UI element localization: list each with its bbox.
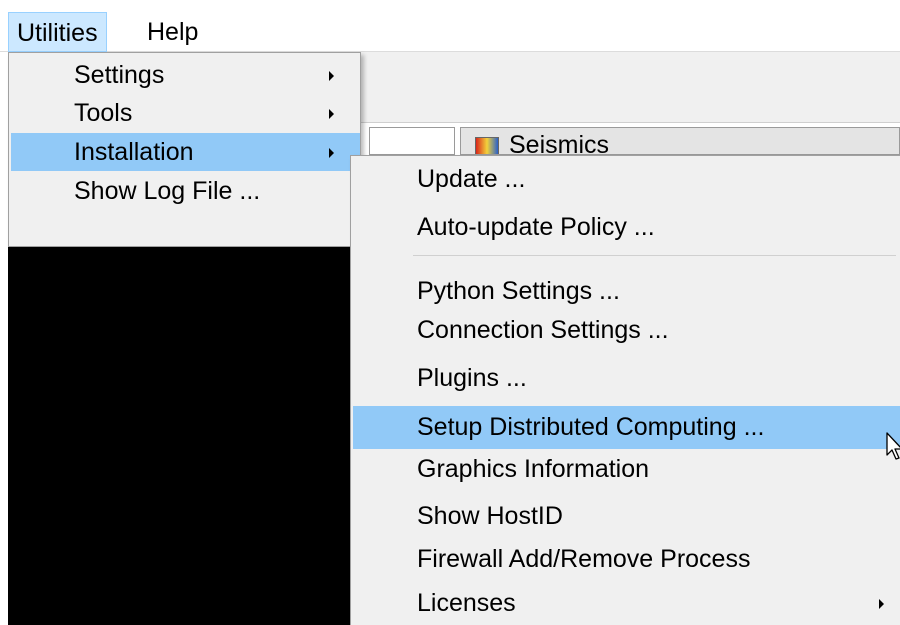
menu-item-connection-settings[interactable]: Connection Settings ...: [353, 311, 898, 349]
menu-item-label: Installation: [74, 138, 194, 166]
menu-item-label: Plugins ...: [417, 364, 527, 392]
menu-item-label: Licenses: [417, 589, 516, 617]
menu-item-label: Tools: [74, 99, 133, 127]
tab-seismics[interactable]: Seismics: [460, 127, 900, 155]
menu-item-tools[interactable]: Tools: [11, 94, 358, 132]
mouse-pointer-icon: [886, 432, 900, 460]
menu-item-installation[interactable]: Installation: [11, 133, 360, 171]
menu-bar: Utilities Help: [0, 0, 900, 52]
menu-item-label: Update ...: [417, 165, 526, 193]
utilities-menu: Settings Tools Installation Show Log Fil…: [8, 52, 361, 247]
menu-item-label: Firewall Add/Remove Process: [417, 545, 751, 573]
tab-seismics-label: Seismics: [509, 131, 610, 155]
chevron-right-icon: [879, 599, 884, 609]
menu-item-show-log-file[interactable]: Show Log File ...: [11, 172, 358, 210]
menu-item-show-hostid[interactable]: Show HostID: [353, 497, 898, 535]
menu-item-label: Connection Settings ...: [417, 316, 669, 344]
menu-item-label: Setup Distributed Computing ...: [417, 413, 765, 441]
menu-help[interactable]: Help: [139, 12, 206, 52]
menu-item-auto-update-policy[interactable]: Auto-update Policy ...: [353, 208, 898, 246]
menu-item-label: Auto-update Policy ...: [417, 213, 655, 241]
menu-item-python-settings[interactable]: Python Settings ...: [353, 272, 898, 310]
menu-item-graphics-information[interactable]: Graphics Information: [353, 450, 898, 488]
chevron-right-icon: [329, 109, 334, 119]
chevron-right-icon: [329, 71, 334, 81]
menu-separator: [413, 255, 896, 256]
menu-utilities[interactable]: Utilities: [8, 12, 107, 52]
viewer-canvas: [8, 247, 353, 625]
menu-item-label: Python Settings ...: [417, 277, 620, 305]
menu-item-update[interactable]: Update ...: [353, 160, 898, 198]
menu-item-licenses[interactable]: Licenses: [353, 584, 898, 622]
menu-item-label: Show HostID: [417, 502, 563, 530]
installation-submenu: Update ... Auto-update Policy ... Python…: [350, 155, 900, 625]
menu-item-setup-distributed-computing[interactable]: Setup Distributed Computing ...: [353, 406, 900, 449]
menu-item-plugins[interactable]: Plugins ...: [353, 359, 898, 397]
menu-item-label: Settings: [74, 61, 165, 89]
menu-item-label: Show Log File ...: [74, 177, 261, 205]
toolbar-area: [350, 52, 900, 123]
colormap-icon: [475, 137, 499, 154]
background-field: [369, 127, 455, 155]
menu-item-label: Graphics Information: [417, 455, 650, 483]
chevron-right-icon: [329, 148, 334, 158]
menu-item-firewall-add-remove-process[interactable]: Firewall Add/Remove Process: [353, 540, 898, 578]
menu-item-settings[interactable]: Settings: [11, 56, 358, 94]
